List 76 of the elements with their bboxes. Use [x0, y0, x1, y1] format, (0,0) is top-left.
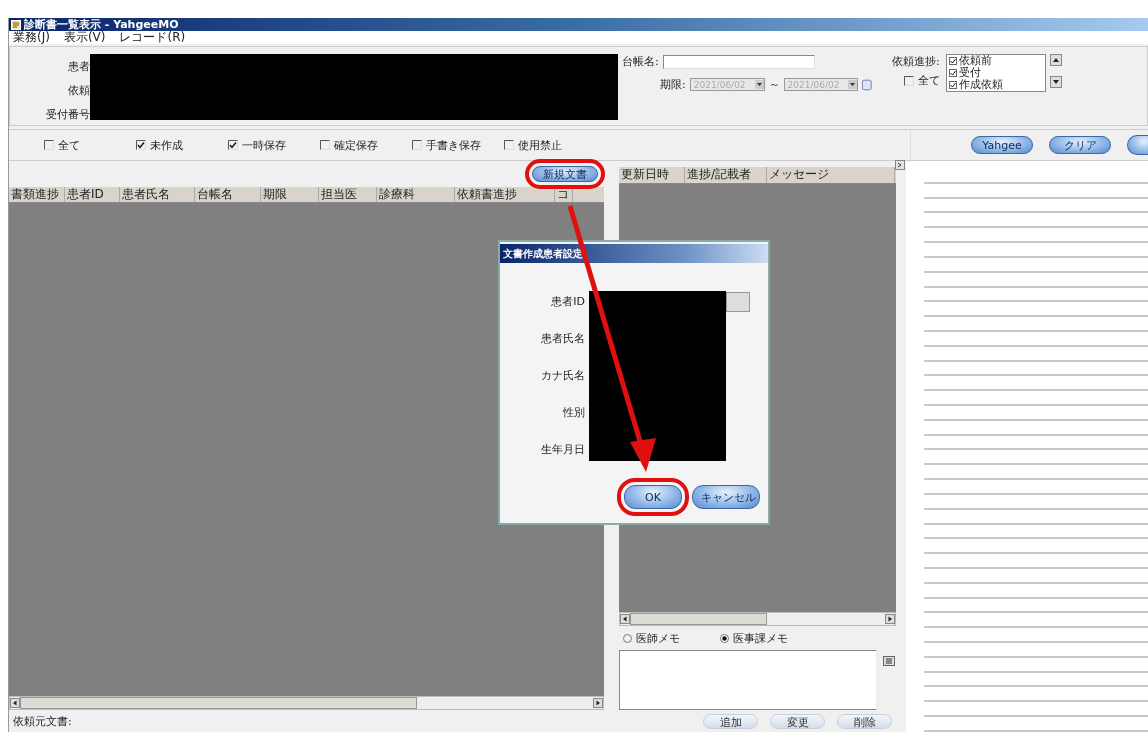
- field-label: カナ氏名: [541, 369, 585, 382]
- checkbox-checked-icon[interactable]: [948, 69, 957, 77]
- checkbox[interactable]: 手書き保存: [412, 137, 481, 153]
- column-header[interactable]: 担当医: [319, 187, 377, 202]
- radio-button[interactable]: 医師メモ: [623, 630, 680, 646]
- field-label: 依頼: [68, 83, 90, 98]
- radio-selected-icon[interactable]: [720, 633, 729, 643]
- progress-list[interactable]: 依頼前 受付 作成依頼: [945, 54, 1046, 92]
- checkbox-empty-icon[interactable]: [903, 75, 914, 86]
- column-header[interactable]: 更新日時: [619, 167, 685, 183]
- field-label: 期限:: [660, 77, 686, 92]
- field-label: 受付番号: [46, 107, 90, 122]
- checkbox[interactable]: 一時保存: [228, 137, 286, 153]
- toolbar-button[interactable]: Yahgee: [971, 136, 1033, 154]
- field-label: 患者: [68, 59, 90, 74]
- radio-empty-icon[interactable]: [623, 633, 632, 643]
- date-separator: ～: [768, 77, 780, 92]
- scroll-down-icon[interactable]: [1049, 76, 1062, 88]
- checkbox[interactable]: 依頼前: [948, 55, 1045, 67]
- checkbox-checked-icon[interactable]: [228, 140, 238, 150]
- grid-icon[interactable]: [883, 656, 895, 666]
- checkbox-empty-icon[interactable]: [44, 140, 54, 150]
- checkbox-empty-icon[interactable]: [412, 140, 422, 150]
- column-header[interactable]: 依頼書進捗: [455, 187, 555, 202]
- field-label: 患者ID: [551, 295, 585, 308]
- scroll-left-icon[interactable]: [620, 614, 630, 624]
- menu-item[interactable]: 表示(V): [63, 31, 106, 44]
- menu-item[interactable]: レコード(R): [119, 31, 186, 44]
- scroll-left-icon[interactable]: [10, 698, 20, 708]
- column-header[interactable]: 患者氏名: [120, 187, 195, 202]
- memo-button[interactable]: 追加: [703, 713, 758, 729]
- horizontal-scrollbar[interactable]: [619, 612, 896, 626]
- menu-item[interactable]: 業務(J): [13, 31, 50, 44]
- radio-button[interactable]: 医事課メモ: [720, 630, 788, 646]
- field-label: 性別: [563, 406, 585, 419]
- memo-button[interactable]: 変更: [770, 713, 825, 729]
- checkbox[interactable]: 確定保存: [320, 137, 378, 153]
- field-label: 患者氏名: [541, 332, 585, 345]
- column-header[interactable]: 書類進捗: [9, 187, 65, 202]
- checkbox[interactable]: 未作成: [136, 137, 183, 153]
- dialog-title: 文書作成患者設定: [500, 244, 768, 263]
- dropdown-icon[interactable]: [848, 80, 858, 89]
- window-title: 診断書一覧表示 - YahgeeMO: [24, 18, 179, 31]
- checkbox-checked-icon[interactable]: [136, 140, 146, 150]
- input-field[interactable]: [662, 54, 815, 69]
- dialog-button[interactable]: キャンセル: [692, 485, 760, 509]
- field-label: 生年月日: [541, 443, 585, 456]
- column-header[interactable]: コ: [555, 187, 573, 202]
- checkbox-checked-icon[interactable]: [948, 81, 957, 89]
- checkbox[interactable]: 全て: [44, 137, 80, 153]
- horizontal-scrollbar[interactable]: [9, 696, 604, 710]
- field-label: 依頼進捗:: [892, 54, 940, 69]
- cut-off-button[interactable]: [1127, 135, 1148, 155]
- checkbox[interactable]: 受付: [948, 67, 1045, 79]
- scroll-right-icon[interactable]: [885, 614, 895, 624]
- memo-button[interactable]: 削除: [837, 713, 892, 729]
- scroll-up-icon[interactable]: [1049, 54, 1062, 66]
- column-header[interactable]: 台帳名: [195, 187, 261, 202]
- column-header[interactable]: 進捗/記載者: [685, 167, 767, 183]
- column-header[interactable]: 患者ID: [65, 187, 120, 202]
- column-header[interactable]: 期限: [261, 187, 319, 202]
- checkbox-checked-icon[interactable]: [948, 57, 957, 65]
- checkbox-empty-icon[interactable]: [320, 140, 330, 150]
- column-header[interactable]: 診療科: [377, 187, 455, 202]
- expand-icon[interactable]: [895, 160, 905, 170]
- input-field[interactable]: [726, 292, 750, 312]
- memo-field[interactable]: [619, 650, 877, 710]
- field-label: 台帳名:: [622, 54, 659, 69]
- checkbox[interactable]: 使用禁止: [504, 137, 562, 153]
- status-label: 依頼元文書:: [13, 713, 72, 729]
- dropdown-icon[interactable]: [754, 80, 764, 89]
- toolbar-button[interactable]: クリア: [1049, 136, 1111, 154]
- scroll-right-icon[interactable]: [593, 698, 603, 708]
- checkbox[interactable]: 作成依頼: [948, 79, 1045, 91]
- checkbox[interactable]: 全て: [903, 73, 940, 88]
- checkbox-empty-icon[interactable]: [504, 140, 514, 150]
